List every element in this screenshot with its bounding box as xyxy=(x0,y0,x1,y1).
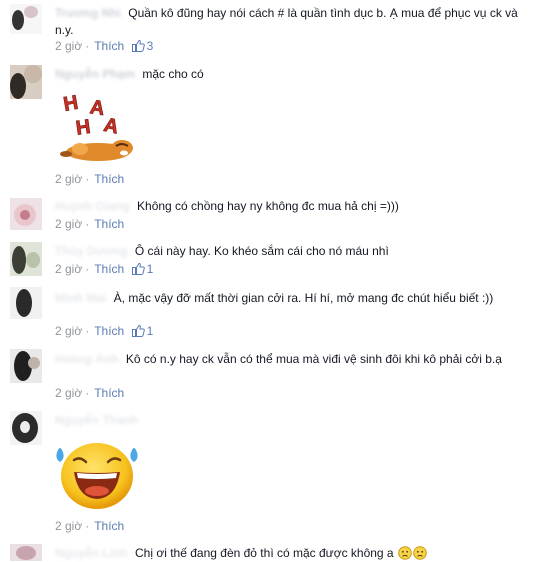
sad-face-icon xyxy=(413,546,427,560)
laughing-emoji-sticker xyxy=(56,443,138,509)
svg-text:H: H xyxy=(75,116,92,140)
like-count: 1 xyxy=(146,262,154,276)
comment-time[interactable]: 2 giờ xyxy=(55,386,82,400)
comment-meta: 2 giờ · Thích 3 xyxy=(55,39,154,53)
comment-meta: 2 giờ · Thích xyxy=(55,386,125,400)
avatar[interactable] xyxy=(10,242,42,276)
comment-body: Hoàng Anh Kô có n.y hay ck vẫn có thể mu… xyxy=(55,351,519,368)
avatar[interactable] xyxy=(10,544,42,561)
comment-author[interactable]: Minh Mai xyxy=(55,291,106,305)
comment-author[interactable]: Huỳnh Giang xyxy=(55,199,130,213)
comment-time[interactable]: 2 giờ xyxy=(55,262,82,276)
like-link[interactable]: Thích xyxy=(94,39,124,53)
like-count: 3 xyxy=(146,39,154,53)
comment-text: Không có chồng hay ny không đc mua hả ch… xyxy=(137,199,399,213)
like-count: 1 xyxy=(146,324,154,338)
comment-time[interactable]: 2 giờ xyxy=(55,217,82,231)
comment-time[interactable]: 2 giờ xyxy=(55,39,82,53)
comment-meta: 2 giờ · Thích xyxy=(55,217,125,231)
comment-meta: 2 giờ · Thích xyxy=(55,519,125,533)
comment-text: Chị ơi thế đang đèn đỏ thì có mặc được k… xyxy=(135,546,394,560)
like-link[interactable]: Thích xyxy=(94,262,124,276)
avatar[interactable] xyxy=(10,287,42,319)
svg-text:A: A xyxy=(102,114,121,139)
comment-body: Minh Mai À, mặc vậy đỡ mất thời gian cởi… xyxy=(55,290,519,307)
comment-time[interactable]: 2 giờ xyxy=(55,172,82,186)
avatar[interactable] xyxy=(10,349,42,383)
svg-text:H: H xyxy=(62,92,80,116)
comment-meta: 2 giờ · Thích 1 xyxy=(55,324,154,338)
comment-meta: 2 giờ · Thích xyxy=(55,172,125,186)
comment-body: Thùy Dương Ô cái này hay. Ko khéo sắm cá… xyxy=(55,243,519,260)
comment-time[interactable]: 2 giờ xyxy=(55,519,82,533)
avatar[interactable] xyxy=(10,4,42,34)
comment-body: Nguyễn Thanh xyxy=(55,412,519,429)
like-link[interactable]: Thích xyxy=(94,172,124,186)
comment-time[interactable]: 2 giờ xyxy=(55,324,82,338)
comment-author[interactable]: Nguyễn Phạm xyxy=(55,67,135,81)
avatar[interactable] xyxy=(10,411,42,445)
thumbs-up-icon[interactable] xyxy=(131,39,145,52)
comment-body: Nguyễn Linh Chị ơi thế đang đèn đỏ thì c… xyxy=(55,545,519,562)
comment-body: Nguyễn Phạm mặc cho có xyxy=(55,66,519,83)
comment-author[interactable]: Nguyễn Thanh xyxy=(55,413,138,427)
comment-author[interactable]: Trương Nhi xyxy=(55,6,121,20)
like-link[interactable]: Thích xyxy=(94,324,124,338)
comment-meta: 2 giờ · Thích 1 xyxy=(55,262,154,276)
like-link[interactable]: Thích xyxy=(94,386,124,400)
like-link[interactable]: Thích xyxy=(94,217,124,231)
avatar[interactable] xyxy=(10,198,42,230)
comment-author[interactable]: Nguyễn Linh xyxy=(55,546,128,560)
comment-text: À, mặc vậy đỡ mất thời gian cởi ra. Hí h… xyxy=(113,291,494,305)
svg-text:A: A xyxy=(89,96,106,120)
sad-face-icon xyxy=(398,546,412,560)
thumbs-up-icon[interactable] xyxy=(131,324,145,337)
comment-body: Huỳnh Giang Không có chồng hay ny không … xyxy=(55,198,519,215)
comment-text: Ô cái này hay. Ko khéo sắm cái cho nó má… xyxy=(134,244,389,258)
comment-text: Quần kô đũng hay nói cách # là quần tình… xyxy=(55,6,518,37)
comment-text: Kô có n.y hay ck vẫn có thể mua mà viđi … xyxy=(125,352,502,366)
haha-sticker: H A H A xyxy=(60,91,133,161)
comment-body: Trương Nhi Quần kô đũng hay nói cách # l… xyxy=(55,5,519,39)
avatar[interactable] xyxy=(10,65,42,99)
comment-text: mặc cho có xyxy=(142,67,204,81)
comment-author[interactable]: Thùy Dương xyxy=(55,244,128,258)
like-link[interactable]: Thích xyxy=(94,519,124,533)
thumbs-up-icon[interactable] xyxy=(131,262,145,275)
comment-author[interactable]: Hoàng Anh xyxy=(55,352,119,366)
